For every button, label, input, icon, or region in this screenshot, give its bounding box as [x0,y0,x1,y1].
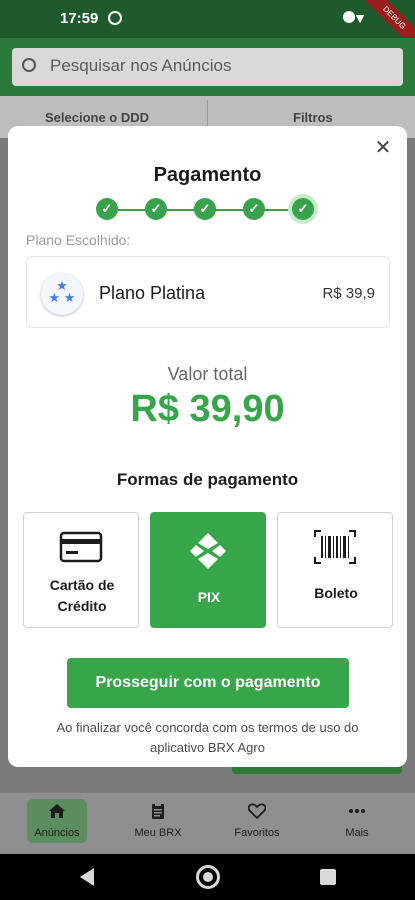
step-5-check-icon: ✓ [292,198,314,220]
terms-line-1: Ao finalizar você concorda com os termos… [56,720,359,735]
plan-name: Plano Platina [99,283,206,303]
system-navigation-bar [0,854,415,900]
ddd-filter-button[interactable]: Selecione o DDD [45,110,149,125]
payment-method-pix[interactable]: PIX [150,512,266,628]
progress-stepper: ✓ ✓ ✓ ✓ ✓ [96,198,322,222]
close-icon[interactable]: ✕ [371,136,395,160]
credit-card-icon [59,531,103,563]
dialog-title: Pagamento [153,164,262,186]
terms-text: Ao finalizar você concorda com os termos… [22,718,393,758]
search-input[interactable]: Pesquisar nos Anúncios [50,56,231,76]
nav-label: Anúncios [34,827,80,839]
notification-icon [108,11,122,25]
plan-price: R$ 39,9 [322,285,375,302]
payment-method-boleto[interactable]: Boleto [277,512,393,628]
nav-label: Mais [345,827,369,839]
terms-line-2: aplicativo BRX Agro [150,740,265,755]
home-icon [49,804,65,818]
payment-method-credit-card[interactable]: Cartão de Crédito [23,512,139,628]
step-3-check-icon: ✓ [194,198,216,220]
back-icon[interactable] [80,868,94,886]
total-label: Valor total [167,364,248,384]
wifi-icon: ▼ [353,10,367,26]
more-icon [349,809,365,813]
bottom-navigation: Anúncios Meu BRX Favoritos Mais [0,792,415,854]
proceed-payment-button[interactable]: Prosseguir com o pagamento [67,658,349,708]
total-value: R$ 39,90 [130,388,285,430]
nav-label: Favoritos [234,827,280,839]
payment-method-label: Crédito [57,598,107,614]
status-bar: 17:59 ▼ DEBUG [0,0,415,56]
step-4-check-icon: ✓ [243,198,265,220]
payment-method-label: PIX [197,589,221,605]
status-time: 17:59 [60,10,99,27]
payment-method-label: Boleto [314,585,358,601]
nav-favoritos[interactable]: Favoritos [217,799,297,839]
recents-icon[interactable] [320,869,336,885]
heart-icon [248,803,266,819]
payment-methods-title: Formas de pagamento [116,470,299,489]
nav-meu-brx[interactable]: Meu BRX [118,799,198,839]
pix-icon [190,533,226,569]
nav-anuncios[interactable]: Anúncios [17,799,97,843]
clipboard-icon [152,803,164,819]
payment-method-label: Cartão de [49,577,115,593]
selected-plan-card: ★ ★ ★ Plano Platina R$ 39,9 [26,256,390,328]
step-2-check-icon: ✓ [145,198,167,220]
barcode-icon [314,530,356,564]
plan-caption: Plano Escolhido: [26,232,131,248]
step-1-check-icon: ✓ [96,198,118,220]
payment-dialog: ✕ Pagamento ✓ ✓ ✓ ✓ ✓ Plano Escolhido: ★… [8,126,407,767]
nav-mais[interactable]: Mais [317,799,397,839]
search-bar[interactable]: Pesquisar nos Anúncios [12,48,403,86]
stars-icon: ★ ★ ★ [41,273,83,315]
nav-label: Meu BRX [134,827,182,839]
search-icon [22,58,36,72]
home-circle-icon[interactable] [196,865,220,889]
filters-button[interactable]: Filtros [293,110,333,125]
